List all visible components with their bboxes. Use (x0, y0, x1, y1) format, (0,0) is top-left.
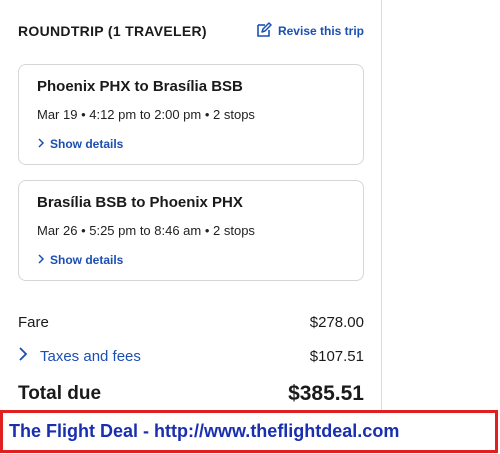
total-amount: $385.51 (288, 382, 364, 405)
total-row: Total due $385.51 (18, 382, 364, 406)
trip-header: ROUNDTRIP (1 TRAVELER) Revise this trip (18, 20, 364, 42)
chevron-right-icon (18, 346, 28, 366)
fare-label: Fare (18, 314, 49, 331)
leg-title: Phoenix PHX to Brasília BSB (37, 78, 243, 95)
revise-trip-link[interactable]: Revise this trip (256, 21, 364, 41)
revise-trip-label: Revise this trip (277, 24, 364, 38)
taxes-and-fees-toggle[interactable]: Taxes and fees (18, 346, 141, 366)
trip-heading: ROUNDTRIP (1 TRAVELER) (18, 23, 207, 39)
show-details-link[interactable]: Show details (37, 253, 123, 267)
trip-summary-panel: ROUNDTRIP (1 TRAVELER) Revise this trip … (0, 0, 382, 420)
show-details-link[interactable]: Show details (37, 137, 123, 151)
show-details-label: Show details (50, 137, 124, 151)
fare-row: Fare $278.00 (18, 314, 364, 331)
banner-text: The Flight Deal - http://www.theflightde… (9, 421, 400, 441)
leg-details: Mar 19 • 4:12 pm to 2:00 pm • 2 stops (37, 107, 255, 122)
leg-title: Brasília BSB to Phoenix PHX (37, 194, 243, 211)
chevron-right-icon (37, 253, 45, 267)
total-label: Total due (18, 383, 102, 404)
flight-leg-return: Brasília BSB to Phoenix PHX Mar 26 • 5:2… (18, 180, 364, 281)
taxes-label: Taxes and fees (40, 347, 141, 365)
taxes-amount: $107.51 (309, 347, 364, 365)
leg-details: Mar 26 • 5:25 pm to 8:46 am • 2 stops (37, 223, 255, 238)
edit-icon (256, 21, 272, 41)
chevron-right-icon (37, 137, 45, 151)
watermark-banner: The Flight Deal - http://www.theflightde… (0, 410, 498, 453)
taxes-row: Taxes and fees $107.51 (18, 346, 364, 366)
flight-leg-outbound: Phoenix PHX to Brasília BSB Mar 19 • 4:1… (18, 64, 364, 165)
show-details-label: Show details (50, 253, 124, 267)
fare-amount: $278.00 (309, 314, 364, 331)
